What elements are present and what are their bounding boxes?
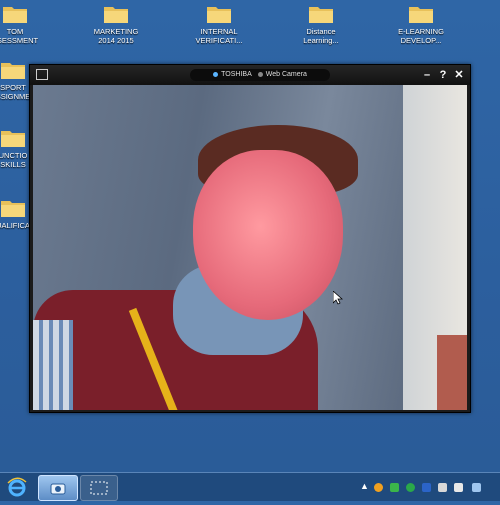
- app-title-label: Web Camera: [265, 71, 307, 78]
- icon-label: 2014 2015: [98, 36, 134, 45]
- icon-label: MARKETING: [93, 27, 139, 36]
- folder-icon: [0, 198, 26, 218]
- folder-icon: [103, 4, 129, 24]
- tray-sync-icon[interactable]: [406, 483, 415, 492]
- camera-video-feed: [33, 85, 467, 410]
- tray-word-icon[interactable]: [422, 483, 431, 492]
- icon-label: SSESSMENT: [0, 36, 39, 45]
- icon-label: DEVELOP...: [400, 36, 442, 45]
- folder-icon: [308, 4, 334, 24]
- minimize-button[interactable]: –: [420, 68, 434, 82]
- taskbar: ▲: [0, 472, 500, 501]
- close-button[interactable]: ✕: [452, 68, 466, 82]
- camera-app-taskbar-button[interactable]: [38, 475, 78, 501]
- brand-label: TOSHIBA: [221, 71, 252, 78]
- video-person-face: [193, 150, 343, 320]
- desktop-icon-e-learning[interactable]: E-LEARNING DEVELOP...: [386, 4, 456, 45]
- folder-icon: [408, 4, 434, 24]
- snipping-tool-taskbar-button[interactable]: [80, 475, 118, 501]
- ie-taskbar-button[interactable]: [2, 475, 32, 499]
- tray-green-icon[interactable]: [390, 483, 399, 492]
- window-titlebar[interactable]: TOSHIBA Web Camera – ? ✕: [30, 65, 470, 85]
- icon-label: Learning...: [303, 36, 339, 45]
- expand-icon[interactable]: [36, 69, 48, 80]
- desktop-icon-tom-assessment[interactable]: TOM SSESSMENT: [0, 4, 50, 45]
- window-title: TOSHIBA Web Camera: [190, 69, 330, 81]
- icon-label: VERIFICATI...: [195, 36, 243, 45]
- icon-label: Distance: [306, 27, 336, 36]
- icon-label: TOM: [6, 27, 24, 36]
- web-camera-window[interactable]: TOSHIBA Web Camera – ? ✕: [29, 64, 471, 413]
- folder-icon: [0, 128, 26, 148]
- camera-app-icon: [50, 483, 66, 495]
- tray-volume-icon[interactable]: [454, 483, 463, 492]
- desktop-icon-marketing[interactable]: MARKETING 2014 2015: [81, 4, 151, 45]
- toshiba-logo-icon: [213, 71, 219, 77]
- snipping-tool-icon: [90, 481, 108, 495]
- video-person-shirt: [33, 320, 73, 410]
- desktop-icon-internal-verification[interactable]: INTERNAL VERIFICATI...: [184, 4, 254, 45]
- camera-icon: [257, 71, 263, 77]
- desktop-icon-distance-learning[interactable]: Distance Learning...: [286, 4, 356, 45]
- icon-label: INTERNAL: [200, 27, 238, 36]
- tray-network-icon[interactable]: [438, 483, 447, 492]
- ie-icon: [7, 477, 27, 497]
- help-button[interactable]: ?: [436, 68, 450, 82]
- tray-orange-icon[interactable]: [374, 483, 383, 492]
- tray-signal-icon[interactable]: [472, 483, 481, 492]
- folder-icon: [2, 4, 28, 24]
- folder-icon: [206, 4, 232, 24]
- mouse-cursor-icon: [333, 291, 343, 305]
- icon-label: E-LEARNING: [398, 27, 444, 36]
- folder-icon: [0, 60, 26, 80]
- tray-arrow-icon[interactable]: ▲: [360, 482, 369, 491]
- video-brick-wall: [437, 335, 467, 410]
